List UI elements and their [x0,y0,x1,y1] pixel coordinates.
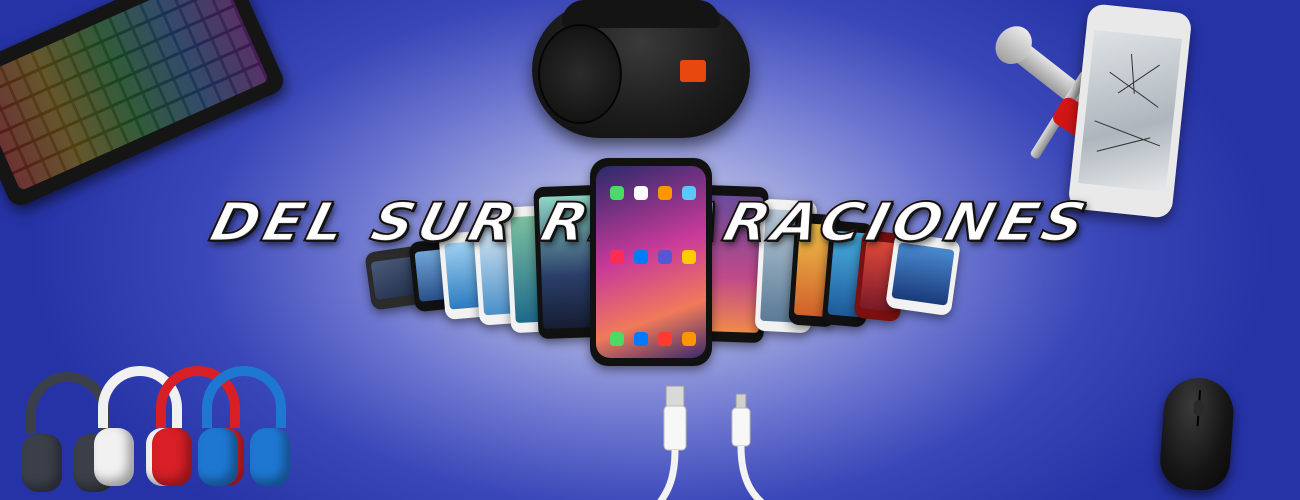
hero-banner: DEL SUR REPARACIONES [0,0,1300,500]
mouse-icon [1158,375,1236,493]
broken-smartphone-icon [1067,3,1193,219]
bluetooth-speaker-icon [532,0,750,138]
gaming-keyboard-icon [0,0,288,210]
usb-cable-icon [657,385,765,500]
